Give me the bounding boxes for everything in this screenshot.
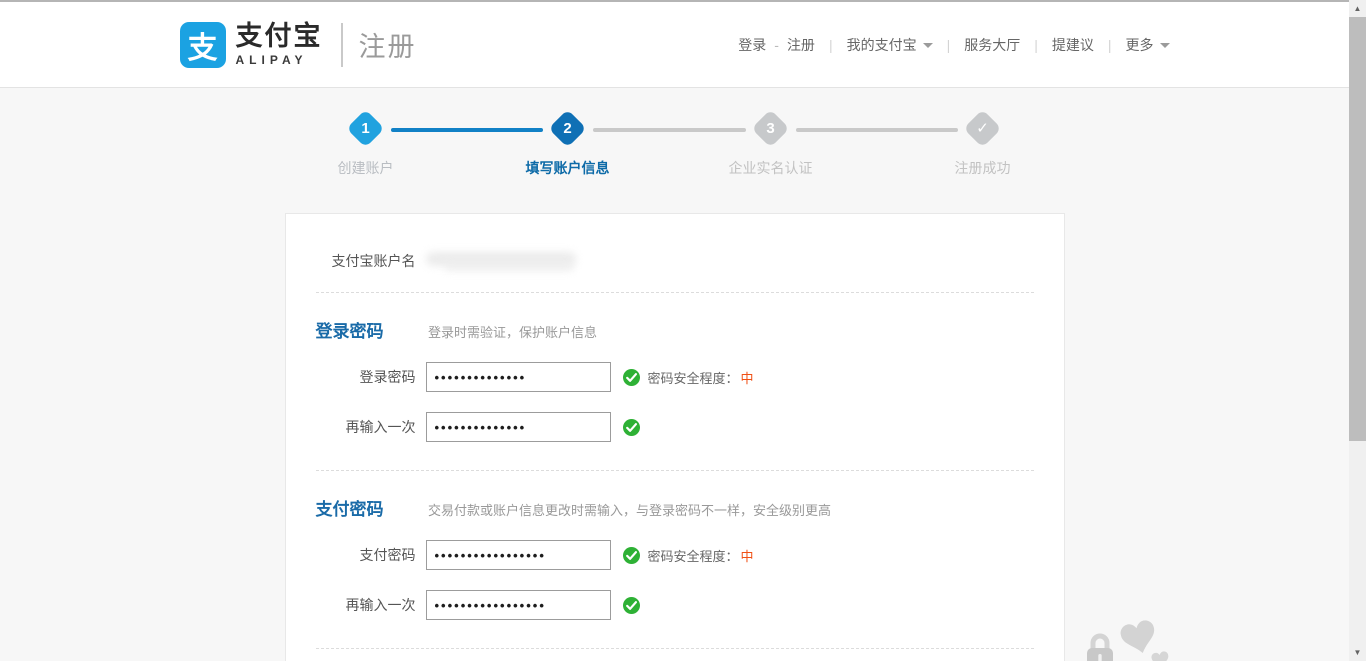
login-password-confirm-row: 再输入一次 <box>286 412 1064 442</box>
logo-divider <box>341 23 343 67</box>
login-password-confirm-label: 再输入一次 <box>286 417 416 437</box>
step-register-success: ✓ 注册成功 <box>955 115 1011 178</box>
login-password-section-title: 登录密码 <box>316 317 416 342</box>
alipay-logo[interactable]: 支 支付宝 ALIPAY 注册 <box>180 22 417 68</box>
login-password-label: 登录密码 <box>286 367 416 387</box>
page-title: 注册 <box>359 25 417 64</box>
logo-glyph: 支 <box>188 23 218 67</box>
step-connector-done <box>391 128 543 132</box>
login-password-section-desc: 登录时需验证，保护账户信息 <box>428 325 597 340</box>
nav-feedback-link[interactable]: 提建议 <box>1052 35 1094 55</box>
alipay-logo-icon: 支 <box>180 22 226 68</box>
success-check-icon <box>623 597 640 614</box>
nav-my-alipay-link[interactable]: 我的支付宝 <box>847 35 933 55</box>
login-password-row: 登录密码 密码安全程度：中 <box>286 362 1064 392</box>
nav-separator: | <box>829 37 833 53</box>
progress-steps: 1 创建账户 2 填写账户信息 3 企业实名认证 ✓ 注册成功 <box>285 115 1065 191</box>
strength-value: 中 <box>741 549 754 564</box>
step-2-marker: 2 <box>548 109 586 147</box>
login-password-section-header: 登录密码 登录时需验证，保护账户信息 <box>316 317 1064 342</box>
step-3-label: 企业实名认证 <box>729 158 813 178</box>
pay-password-label: 支付密码 <box>286 545 416 565</box>
login-password-input[interactable] <box>426 362 611 392</box>
step-enterprise-verification: 3 企业实名认证 <box>729 115 813 178</box>
step-fill-account-info: 2 填写账户信息 <box>526 115 610 178</box>
nav-separator: | <box>1034 37 1038 53</box>
step-create-account: 1 创建账户 <box>338 115 394 178</box>
step-2-label: 填写账户信息 <box>526 158 610 178</box>
pay-password-section-title: 支付密码 <box>316 495 416 520</box>
strength-value: 中 <box>741 371 754 386</box>
section-divider <box>316 292 1034 293</box>
vertical-scrollbar[interactable]: ▲ ▼ <box>1349 0 1366 661</box>
chevron-down-icon <box>923 43 933 48</box>
password-strength: 密码安全程度：中 <box>648 546 754 565</box>
scroll-up-arrow-icon[interactable]: ▲ <box>1349 0 1366 17</box>
step-1-label: 创建账户 <box>338 158 394 178</box>
section-divider <box>316 648 1034 649</box>
nav-separator: | <box>1108 37 1112 53</box>
nav-separator: | <box>947 37 951 53</box>
scrollbar-thumb[interactable] <box>1349 17 1366 441</box>
section-divider <box>316 470 1034 471</box>
nav-service-hall-link[interactable]: 服务大厅 <box>964 35 1020 55</box>
success-check-icon <box>623 547 640 564</box>
step-3-marker: 3 <box>751 109 789 147</box>
header: 支 支付宝 ALIPAY 注册 登录 - 注册 | 我的支付宝 | 服务大厅 |… <box>0 2 1349 88</box>
pay-password-confirm-row: 再输入一次 <box>286 590 1064 620</box>
pay-password-input[interactable] <box>426 540 611 570</box>
step-connector-pending <box>593 128 746 132</box>
pay-password-row: 支付密码 密码安全程度：中 <box>286 540 1064 570</box>
lock-icon <box>1083 631 1117 661</box>
success-check-icon <box>623 419 640 436</box>
heart-icon <box>1119 618 1160 657</box>
top-divider <box>0 0 1349 2</box>
nav-register-link[interactable]: 注册 <box>787 35 815 55</box>
step-4-label: 注册成功 <box>955 158 1011 178</box>
login-password-confirm-input[interactable] <box>426 412 611 442</box>
nav-dash: - <box>774 37 779 53</box>
scroll-down-arrow-icon[interactable]: ▼ <box>1349 644 1366 661</box>
chevron-down-icon <box>1160 43 1170 48</box>
top-nav: 登录 - 注册 | 我的支付宝 | 服务大厅 | 提建议 | 更多 <box>738 35 1169 55</box>
password-strength: 密码安全程度：中 <box>648 368 754 387</box>
heart-icon <box>1151 651 1171 661</box>
registration-form-panel: 支付宝账户名 登录密码 登录时需验证，保护账户信息 登录密码 密码安全程度：中 <box>285 213 1065 661</box>
account-name-row: 支付宝账户名 <box>286 250 1064 272</box>
success-check-icon <box>623 369 640 386</box>
account-name-redacted-value <box>426 250 591 272</box>
pay-password-section-header: 支付密码 交易付款或账户信息更改时需输入，与登录密码不一样，安全级别更高 <box>316 495 1064 520</box>
nav-more-link[interactable]: 更多 <box>1126 35 1170 55</box>
account-name-label: 支付宝账户名 <box>286 251 416 271</box>
step-1-marker: 1 <box>346 109 384 147</box>
pay-password-section-desc: 交易付款或账户信息更改时需输入，与登录密码不一样，安全级别更高 <box>428 503 831 518</box>
check-icon: ✓ <box>969 115 996 142</box>
decorative-icons <box>1080 620 1200 661</box>
step-4-check-marker: ✓ <box>963 109 1001 147</box>
brand-name-en: ALIPAY <box>236 54 323 66</box>
brand-name-cn: 支付宝 <box>236 23 323 50</box>
pay-password-confirm-input[interactable] <box>426 590 611 620</box>
page: 支 支付宝 ALIPAY 注册 登录 - 注册 | 我的支付宝 | 服务大厅 |… <box>0 0 1366 661</box>
pay-password-confirm-label: 再输入一次 <box>286 595 416 615</box>
brand-text: 支付宝 ALIPAY <box>236 23 323 66</box>
nav-login-link[interactable]: 登录 <box>738 35 766 55</box>
step-connector-pending <box>796 128 958 132</box>
